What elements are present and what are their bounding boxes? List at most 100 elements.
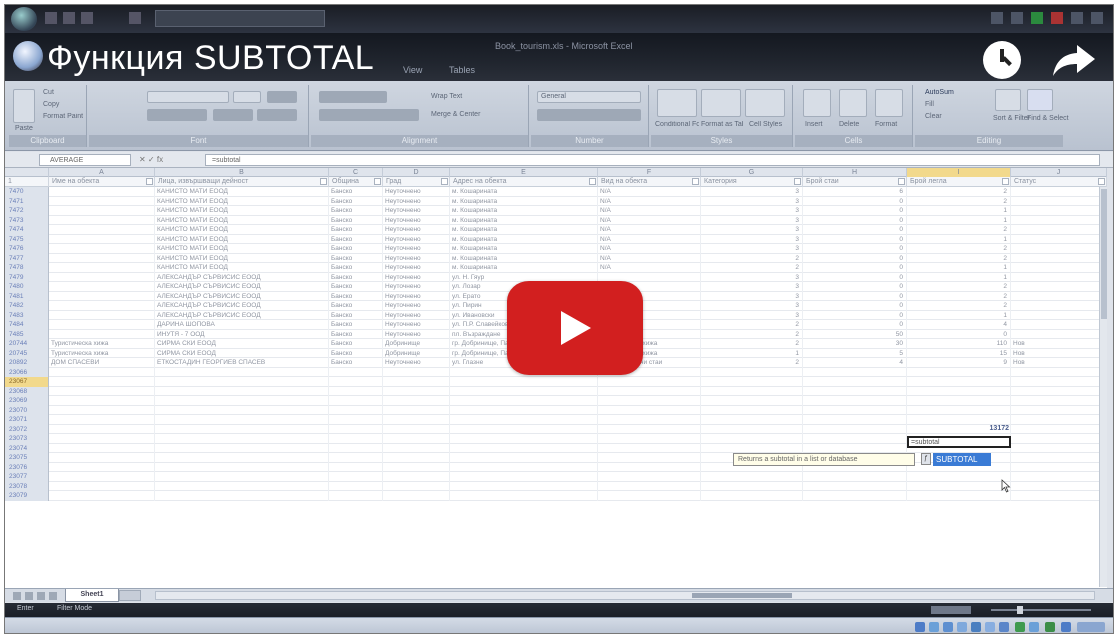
cell-g[interactable]: 2: [701, 358, 803, 368]
cell-d[interactable]: Неуточнено: [383, 253, 450, 263]
cell-e[interactable]: [450, 405, 598, 415]
cell-j[interactable]: [1011, 491, 1107, 501]
cell-i[interactable]: [907, 367, 1011, 377]
cell-h[interactable]: [803, 424, 907, 434]
merge-center-button[interactable]: Merge & Center: [431, 111, 480, 118]
cell-c[interactable]: [329, 386, 383, 396]
align-buttons[interactable]: [319, 109, 419, 121]
column-header-d[interactable]: D: [383, 168, 450, 177]
cell-b[interactable]: КАНИСТО МАТИ ЕООД: [155, 253, 329, 263]
cell-d[interactable]: [383, 386, 450, 396]
cell-a[interactable]: [49, 443, 155, 453]
column-header-e[interactable]: E: [450, 168, 598, 177]
column-header-a[interactable]: A: [49, 168, 155, 177]
cell-j[interactable]: [1011, 244, 1107, 254]
cell-b[interactable]: КАНИСТО МАТИ ЕООД: [155, 215, 329, 225]
row-number[interactable]: 23071: [5, 415, 49, 425]
cell-b[interactable]: [155, 367, 329, 377]
zoom-slider-track[interactable]: [991, 609, 1091, 611]
filter-dropdown-icon[interactable]: [146, 178, 153, 185]
cell-d[interactable]: Неуточнено: [383, 329, 450, 339]
cell-d[interactable]: Неуточнено: [383, 301, 450, 311]
fill-button[interactable]: Fill: [925, 101, 934, 108]
taskbar-icon[interactable]: [929, 622, 939, 632]
wrap-text-button[interactable]: Wrap Text: [431, 93, 462, 100]
cell-b[interactable]: ИНУТЯ - 7 ООД: [155, 329, 329, 339]
share-icon[interactable]: [1051, 41, 1097, 79]
cell-c[interactable]: Банско: [329, 291, 383, 301]
cell-d[interactable]: Добринище: [383, 339, 450, 349]
row-number[interactable]: 23079: [5, 491, 49, 501]
cell-g[interactable]: [701, 472, 803, 482]
cell-a[interactable]: [49, 472, 155, 482]
row-number[interactable]: 7481: [5, 291, 49, 301]
cell-a[interactable]: [49, 481, 155, 491]
cell-d[interactable]: Неуточнено: [383, 358, 450, 368]
column-header-b[interactable]: B: [155, 168, 329, 177]
cell-f[interactable]: [598, 453, 701, 463]
cell-i[interactable]: 1: [907, 263, 1011, 273]
cell-i[interactable]: 1: [907, 215, 1011, 225]
table-row[interactable]: 7478 КАНИСТО МАТИ ЕООД Банско Неуточнено м. …: [5, 263, 1107, 273]
first-sheet-icon[interactable]: [13, 592, 21, 600]
cell-e[interactable]: [450, 396, 598, 406]
cell-e[interactable]: м. Кошарината: [450, 187, 598, 197]
cell-h[interactable]: 0: [803, 263, 907, 273]
cell-g[interactable]: 2: [701, 320, 803, 330]
cell-f[interactable]: N/A: [598, 206, 701, 216]
hscroll-thumb[interactable]: [692, 593, 792, 598]
cell-d[interactable]: Неуточнено: [383, 225, 450, 235]
cell-f[interactable]: N/A: [598, 215, 701, 225]
sheet-tab-sheet1[interactable]: Sheet1: [65, 589, 119, 602]
row-number[interactable]: 23073: [5, 434, 49, 444]
cell-c[interactable]: [329, 367, 383, 377]
cell-f[interactable]: [598, 405, 701, 415]
cell-b[interactable]: АЛЕКСАНДЪР СЪРВИСИС ЕООД: [155, 272, 329, 282]
cell-h[interactable]: 4: [803, 358, 907, 368]
number-buttons[interactable]: [537, 109, 641, 121]
sort-filter-button[interactable]: [995, 89, 1021, 111]
cell-g[interactable]: 2: [701, 253, 803, 263]
cell-e[interactable]: м. Кошарината: [450, 234, 598, 244]
cell-j[interactable]: [1011, 386, 1107, 396]
cell-a[interactable]: [49, 196, 155, 206]
cell-h[interactable]: 0: [803, 234, 907, 244]
cell-g[interactable]: 3: [701, 272, 803, 282]
cell-g[interactable]: 2: [701, 263, 803, 273]
video-title[interactable]: Функция SUBTOTAL: [47, 39, 374, 78]
cell-h[interactable]: [803, 396, 907, 406]
cell-h[interactable]: [803, 377, 907, 387]
cell-g[interactable]: [701, 491, 803, 501]
cell-g[interactable]: 3: [701, 310, 803, 320]
cell-j[interactable]: [1011, 272, 1107, 282]
cell-f[interactable]: [598, 434, 701, 444]
format-painter-button[interactable]: Format Painter: [43, 113, 83, 120]
cell-i[interactable]: 1: [907, 272, 1011, 282]
column-header-h[interactable]: H: [803, 168, 907, 177]
cell-g[interactable]: [701, 415, 803, 425]
conditional-formatting-button[interactable]: [657, 89, 697, 117]
cell-a[interactable]: [49, 424, 155, 434]
cell-h[interactable]: [803, 367, 907, 377]
worksheet-grid[interactable]: ABCDEFGHIJ 1 Име на обекта Лица, извършващ…: [5, 168, 1107, 588]
cell-g[interactable]: 3: [701, 244, 803, 254]
cell-d[interactable]: Неуточнено: [383, 263, 450, 273]
cell-g[interactable]: 2: [701, 339, 803, 349]
cell-h[interactable]: [803, 491, 907, 501]
row-number[interactable]: 7483: [5, 310, 49, 320]
taskbar-icon[interactable]: [1029, 622, 1039, 632]
taskbar-icon[interactable]: [985, 622, 995, 632]
cell-j[interactable]: [1011, 424, 1107, 434]
cell-j[interactable]: Нов: [1011, 348, 1107, 358]
cell-b[interactable]: [155, 481, 329, 491]
row-number[interactable]: 23076: [5, 462, 49, 472]
cell-f[interactable]: N/A: [598, 263, 701, 273]
row-number[interactable]: 7479: [5, 272, 49, 282]
cell-i[interactable]: 2: [907, 225, 1011, 235]
cell-c[interactable]: Банско: [329, 225, 383, 235]
row-number[interactable]: 7485: [5, 329, 49, 339]
row-number[interactable]: 7484: [5, 320, 49, 330]
cell-d[interactable]: [383, 377, 450, 387]
table-row[interactable]: 7473 КАНИСТО МАТИ ЕООД Банско Неуточнено м. …: [5, 215, 1107, 225]
cell-b[interactable]: [155, 377, 329, 387]
